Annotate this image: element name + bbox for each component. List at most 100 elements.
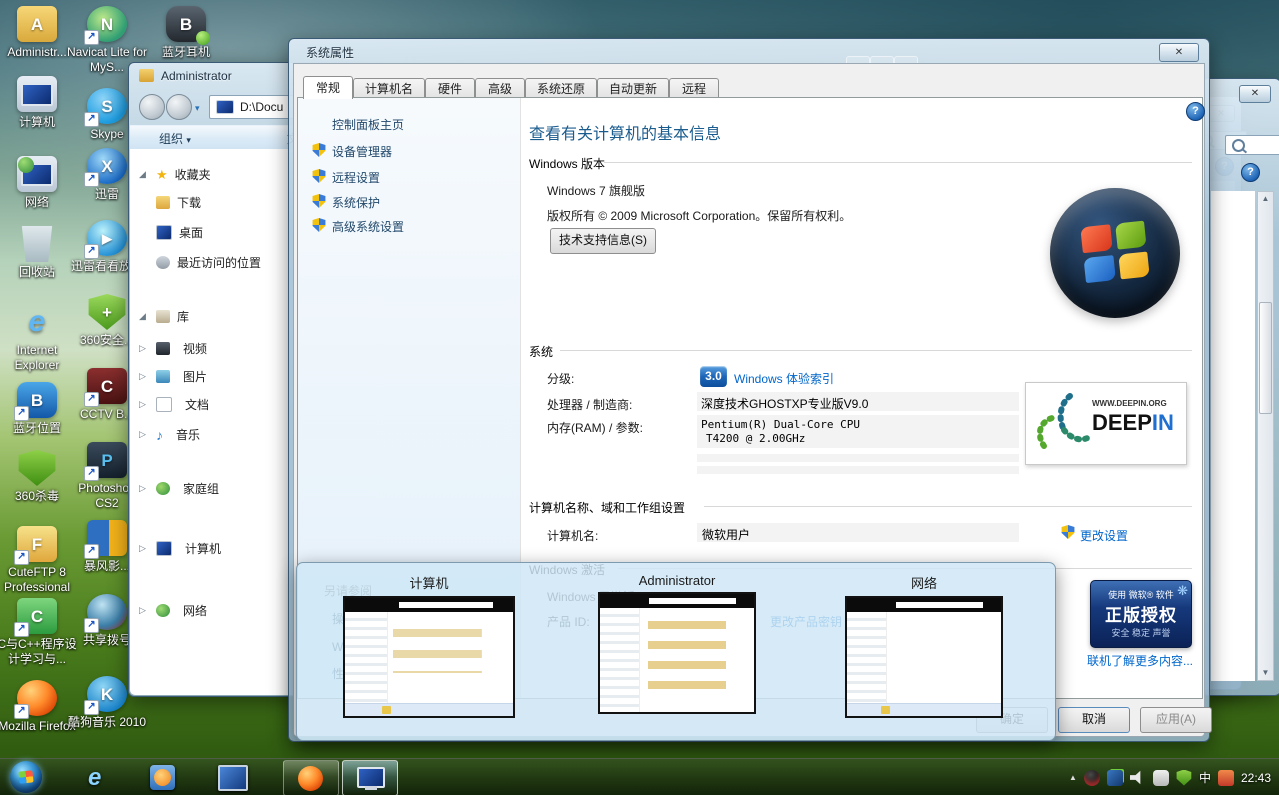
expander-closed-icon[interactable]: ▷ [139,399,149,410]
scrollbar-thumb[interactable] [1259,302,1272,414]
sidebar-item-pictures[interactable]: ▷ 图片 [139,368,207,385]
thumbnail-preview[interactable] [343,596,515,718]
genuine-line2: 正版授权 [1091,601,1191,626]
experience-index-link[interactable]: Windows 体验索引 [734,370,834,387]
thumbnail-network[interactable]: 网络 [845,573,1003,718]
taskbar-button-firefox[interactable] [283,760,339,795]
back-button[interactable] [139,94,165,120]
check-badge-icon [196,31,210,45]
sidebar-item-recent-places[interactable]: 最近访问的位置 [156,254,261,271]
value-strip [697,466,1019,474]
cctv-icon: C↗ [87,368,127,404]
shield-plus-icon: + [87,294,127,330]
thumbnail-computer[interactable]: 计算机 [343,573,515,718]
music-note-icon: ♪ [156,427,163,443]
organize-menu[interactable]: 组织 ▾ [159,130,191,147]
ram-value-line1: Pentium(R) Dual-Core CPU [701,418,860,431]
share-dial-icon: ↗ [87,594,127,630]
close-icon[interactable]: ✕ [1159,43,1199,62]
nav-advanced-settings[interactable]: 高级系统设置 [332,218,404,235]
scroll-down-icon[interactable]: ▼ [1258,666,1273,680]
sidebar-item-documents[interactable]: ▷ 文档 [139,396,209,413]
shortcut-arrow-icon: ↗ [14,406,29,421]
skype-icon: S↗ [87,88,127,124]
homegroup-icon [156,482,170,495]
shortcut-arrow-icon: ↗ [84,544,99,559]
taskbar-clock[interactable]: 22:43 [1241,771,1271,785]
expander-closed-icon[interactable]: ▷ [139,429,149,440]
tray-app-icon[interactable] [1218,770,1234,786]
nav-device-manager[interactable]: 设备管理器 [332,143,392,160]
tab-advanced[interactable]: 高级 [475,78,525,99]
expander-open-icon[interactable]: ◢ [139,311,149,322]
tray-ime-indicator[interactable]: 中 [1199,769,1211,786]
computer-name-label: 计算机名: [547,527,598,544]
expander-closed-icon[interactable]: ▷ [139,605,149,616]
sidebar-item-computer[interactable]: ▷ 计算机 [139,540,221,557]
desktop-icon-bluetooth-headset[interactable]: B 蓝牙耳机 [145,6,227,60]
taskbar-ie-icon[interactable]: e [88,764,101,792]
section-windows-version: Windows 版本 [529,155,605,172]
help-icon[interactable]: ? [1186,102,1205,121]
help-icon[interactable]: ? [1241,163,1260,182]
sidebar-item-downloads[interactable]: 下载 [156,194,201,211]
tray-power-icon[interactable] [1153,770,1169,786]
tab-auto-update[interactable]: 自动更新 [597,78,669,99]
sidebar-item-network[interactable]: ▷ 网络 [139,602,207,619]
sidebar-item-music[interactable]: ▷ ♪ 音乐 [139,426,200,443]
expander-closed-icon[interactable]: ▷ [139,371,149,382]
tab-hardware[interactable]: 硬件 [425,78,475,99]
taskbar-button-computer[interactable] [342,760,398,795]
nav-system-protection[interactable]: 系统保护 [332,194,380,211]
expander-closed-icon[interactable]: ▷ [139,543,149,554]
mini-sidebar [600,608,640,712]
tab-computer-name[interactable]: 计算机名 [353,78,425,99]
cancel-button[interactable]: 取消 [1058,707,1130,733]
nav-remote-settings[interactable]: 远程设置 [332,169,380,186]
sidebar-item-desktop[interactable]: 桌面 [156,224,203,241]
tray-network-icon[interactable] [1107,770,1123,786]
thumbnail-preview[interactable] [845,596,1003,718]
search-input[interactable] [1225,135,1279,155]
shortcut-arrow-icon: ↗ [84,618,99,633]
start-button[interactable] [10,761,42,793]
change-settings-link[interactable]: 更改设置 [1080,527,1128,544]
thumbnail-administrator[interactable]: Administrator [598,573,756,714]
sidebar-item-videos[interactable]: ▷ 视频 [139,340,207,357]
background-window-network[interactable]: ✕ ? ▲ ▼ [1202,78,1279,696]
scrollbar[interactable]: ▲ ▼ [1257,191,1274,681]
nav-control-panel-home[interactable]: 控制面板主页 [332,116,404,133]
taskbar-display-icon[interactable] [218,765,248,791]
tray-expand-icon[interactable]: ▲ [1069,773,1077,782]
download-folder-icon [156,196,170,209]
mini-titlebar [345,598,513,612]
expander-closed-icon[interactable]: ▷ [139,343,149,354]
network-globe-icon [156,604,170,617]
history-dropdown-icon[interactable]: ▾ [195,103,200,114]
tray-volume-icon[interactable] [1130,770,1146,786]
sidebar-item-libraries[interactable]: ◢ 库 [139,308,189,325]
expander-open-icon[interactable]: ◢ [139,169,149,180]
window-body [1211,191,1255,681]
genuine-line3: 安全 稳定 声誉 [1091,626,1191,639]
tab-general[interactable]: 常规 [303,76,353,99]
tab-system-restore[interactable]: 系统还原 [525,78,597,99]
close-icon[interactable]: ✕ [1239,85,1271,103]
scroll-up-icon[interactable]: ▲ [1258,192,1273,206]
expander-closed-icon[interactable]: ▷ [139,483,149,494]
uac-shield-icon [312,218,326,232]
tray-qq-icon[interactable] [1084,770,1100,786]
apply-button[interactable]: 应用(A) [1140,707,1212,733]
taskbar-wmp-icon[interactable] [150,765,175,790]
sidebar-item-favorites[interactable]: ◢ ★ 收藏夹 [139,166,211,183]
thumbnail-preview[interactable] [598,592,756,714]
play-icon: ▶↗ [87,220,127,256]
sidebar-item-homegroup[interactable]: ▷ 家庭组 [139,480,219,497]
tray-360-icon[interactable] [1176,770,1192,786]
forward-button[interactable] [166,94,192,120]
learn-more-link[interactable]: 联机了解更多内容... [1087,652,1193,669]
shortcut-arrow-icon: ↗ [14,704,29,719]
taskbar-thumbnail-panel: 计算机 Administrator 网络 [296,562,1056,741]
support-info-button[interactable]: 技术支持信息(S) [550,228,656,254]
tab-remote[interactable]: 远程 [669,78,719,99]
